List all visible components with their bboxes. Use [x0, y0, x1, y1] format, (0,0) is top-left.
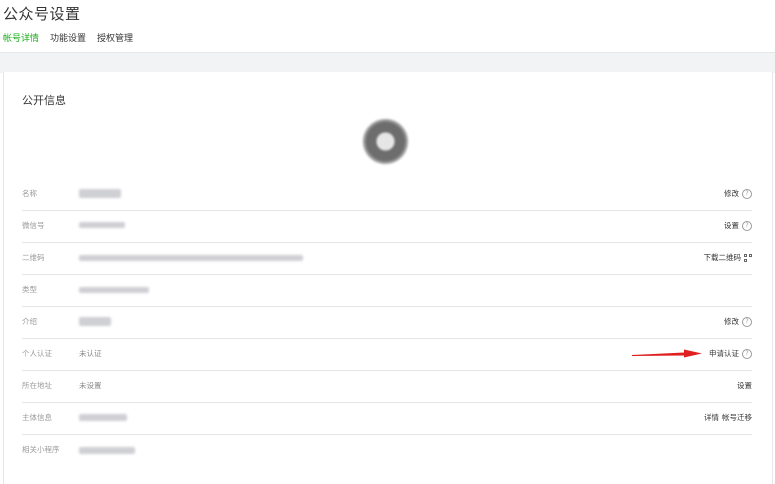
row-action-group: 修改 ? [724, 178, 752, 210]
row-address: 所在地址 未设置 设置 [22, 370, 752, 403]
row-entity-info: 主体信息 详情 帐号迁移 [22, 402, 752, 435]
qr-code-icon[interactable] [744, 254, 752, 262]
tab-bar: 帐号详情 功能设置 授权管理 [3, 34, 133, 52]
row-label: 二维码 [22, 253, 45, 262]
address-value: 未设置 [79, 381, 102, 390]
apply-verification-link[interactable]: 申请认证 [709, 338, 739, 370]
account-avatar[interactable] [363, 119, 408, 164]
redacted-value [79, 222, 125, 228]
row-label: 微信号 [22, 221, 45, 230]
row-label: 类型 [22, 285, 37, 294]
row-action-group: 修改 ? [724, 306, 752, 338]
account-migration-link[interactable]: 帐号迁移 [722, 402, 752, 434]
row-label: 所在地址 [22, 381, 52, 390]
download-qr-link[interactable]: 下载二维码 [704, 242, 742, 274]
tab-account-details[interactable]: 帐号详情 [3, 34, 39, 52]
row-action-group: 申请认证 ? [709, 338, 752, 370]
help-icon[interactable]: ? [742, 349, 752, 359]
edit-introduction-link[interactable]: 修改 [724, 306, 739, 338]
section-title: 公开信息 [22, 94, 66, 107]
row-label: 个人认证 [22, 349, 52, 358]
row-action-group: 下载二维码 [704, 242, 752, 274]
entity-details-link[interactable]: 详情 [704, 402, 719, 434]
row-label: 名称 [22, 189, 37, 198]
redacted-value [79, 189, 121, 198]
redacted-value [79, 317, 111, 326]
redacted-value [79, 255, 303, 261]
row-qr-code: 二维码 下载二维码 [22, 242, 752, 275]
help-icon[interactable]: ? [742, 221, 752, 231]
row-introduction: 介绍 修改 ? [22, 306, 752, 339]
verification-status: 未认证 [79, 349, 102, 358]
row-type: 类型 [22, 274, 752, 307]
row-wechat-id: 微信号 设置 ? [22, 210, 752, 243]
annotation-arrow [632, 349, 702, 358]
row-action-group: 详情 帐号迁移 [704, 402, 752, 434]
row-label: 相关小程序 [22, 445, 60, 454]
row-action-group: 设置 [737, 370, 752, 402]
edit-name-link[interactable]: 修改 [724, 178, 739, 210]
row-label: 介绍 [22, 317, 37, 326]
row-label: 主体信息 [22, 413, 52, 422]
set-address-link[interactable]: 设置 [737, 370, 752, 402]
help-icon[interactable]: ? [742, 317, 752, 327]
row-name: 名称 修改 ? [22, 178, 752, 211]
row-related-mini-programs: 相关小程序 [22, 434, 752, 466]
tab-feature-settings[interactable]: 功能设置 [50, 34, 86, 52]
page-title: 公众号设置 [3, 5, 81, 23]
redacted-value [79, 287, 149, 293]
redacted-value [79, 414, 127, 421]
row-action-group: 设置 ? [724, 210, 752, 242]
help-icon[interactable]: ? [742, 189, 752, 199]
redacted-value [79, 447, 135, 454]
content-background [0, 52, 775, 73]
tab-authorization-management[interactable]: 授权管理 [97, 34, 133, 52]
set-wechat-id-link[interactable]: 设置 [724, 210, 739, 242]
